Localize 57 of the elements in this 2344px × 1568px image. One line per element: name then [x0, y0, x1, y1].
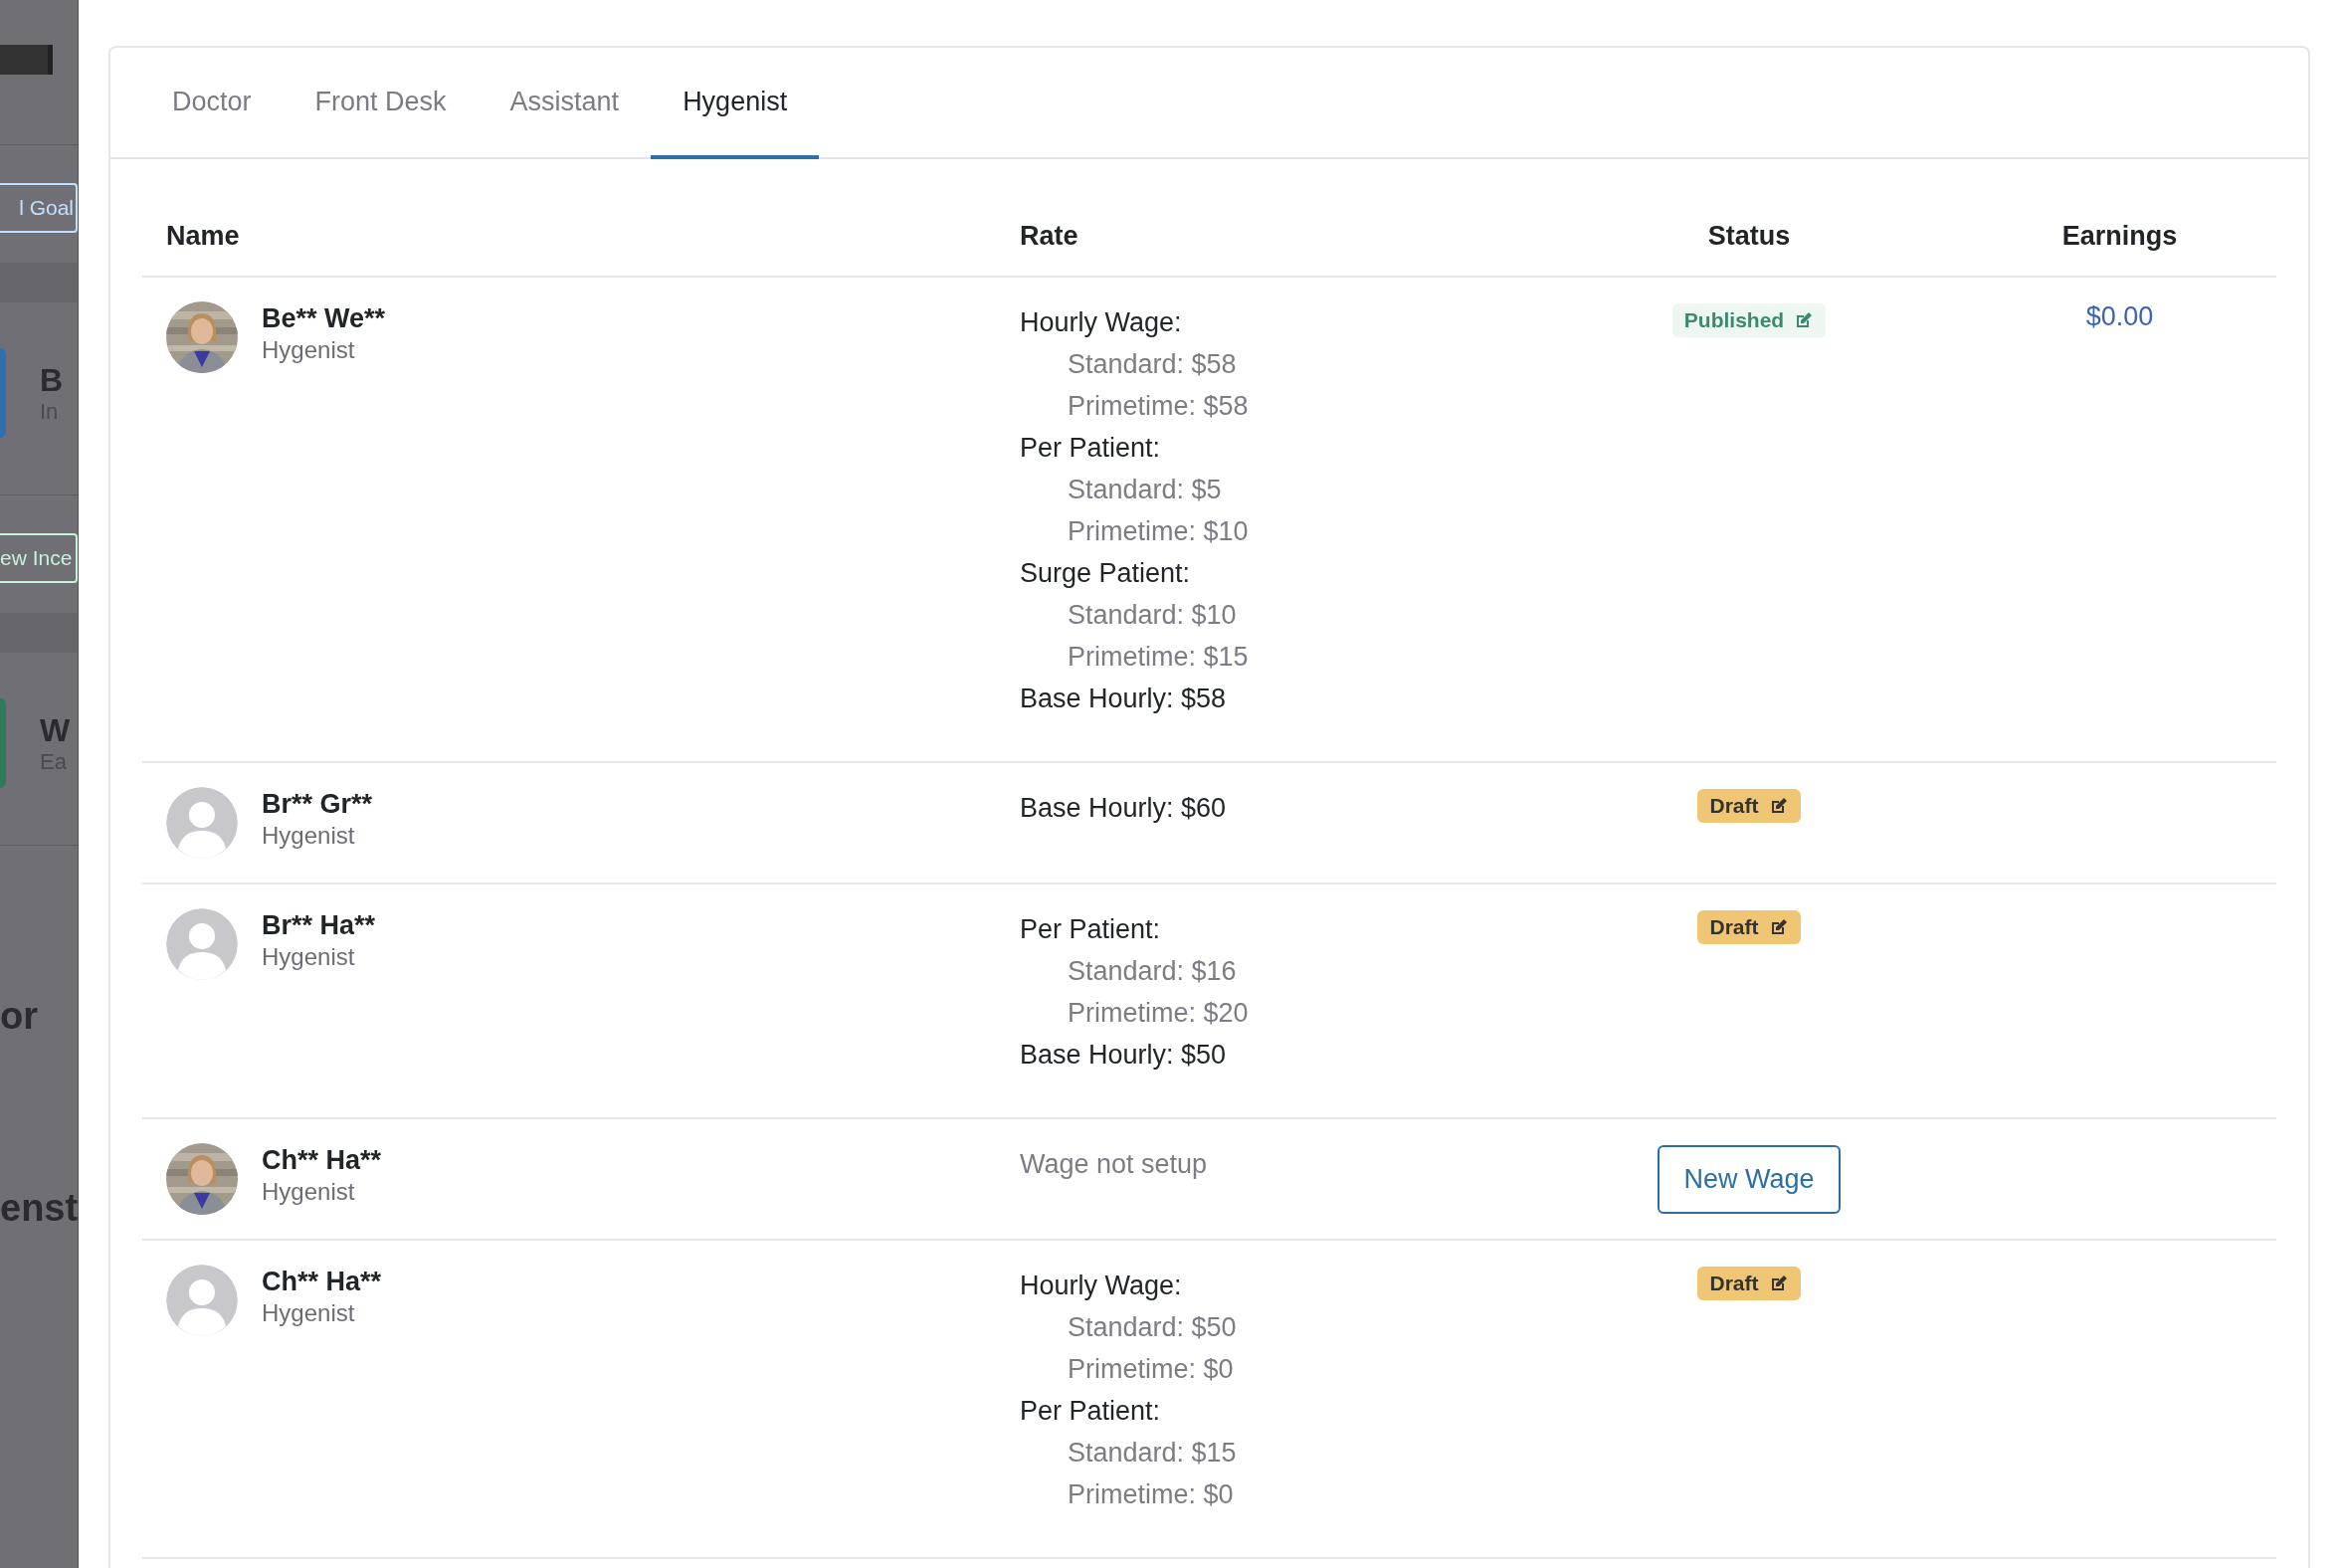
- employee-name: Ch** Ha**: [262, 1144, 382, 1177]
- rate-value: Standard: $15: [1067, 1437, 1238, 1470]
- status-badge[interactable]: Draft: [1697, 1267, 1801, 1300]
- tab[interactable]: Front Desk: [283, 48, 479, 159]
- rate-value: Standard: $58: [1067, 348, 1238, 381]
- rate-value: Standard: $16: [1067, 955, 1238, 988]
- button[interactable]: l Goal: [0, 183, 78, 233]
- rate-label: Hourly Wage:: [1020, 1270, 1183, 1302]
- employee-name: Br** Ha**: [262, 909, 376, 942]
- card-title: W: [40, 712, 71, 748]
- rate-label: Base Hourly: $58: [1020, 683, 1228, 715]
- avatar-icon: [166, 787, 238, 859]
- column-header: Rate: [1020, 221, 1078, 251]
- rate-label: Base Hourly: $50: [1020, 1039, 1228, 1072]
- rate-value: Primetime: $20: [1067, 997, 1250, 1030]
- rate-value: Primetime: $0: [1067, 1478, 1235, 1511]
- rate-value: Primetime: $58: [1067, 390, 1250, 423]
- avatar-icon: [166, 1265, 238, 1336]
- rate-label: Per Patient:: [1020, 1395, 1162, 1428]
- rate-value: Standard: $50: [1067, 1311, 1238, 1344]
- new-wage-button[interactable]: New Wage: [1658, 1145, 1841, 1214]
- employee-name: Be** We**: [262, 302, 386, 335]
- section-heading: enst: [0, 1187, 78, 1230]
- rate-label: Surge Patient:: [1020, 557, 1192, 590]
- employee-role: Hygenist: [262, 1177, 356, 1207]
- rate-label: Base Hourly: $60: [1020, 792, 1228, 825]
- status-badge[interactable]: Draft: [1697, 789, 1801, 823]
- section-heading: or: [0, 995, 39, 1038]
- employee-role: Hygenist: [262, 821, 356, 851]
- rate-label: Per Patient:: [1020, 432, 1162, 465]
- employee-role: Hygenist: [262, 335, 356, 365]
- tab[interactable]: Assistant: [478, 48, 652, 159]
- column-header: Earnings: [2060, 221, 2179, 252]
- rate-value: Primetime: $10: [1067, 515, 1250, 548]
- column-header: Name: [166, 221, 240, 251]
- rate-value: Standard: $10: [1067, 599, 1238, 632]
- rate-value: Standard: $5: [1067, 474, 1223, 506]
- employee-role: Hygenist: [262, 942, 356, 972]
- rate-label: Per Patient:: [1020, 913, 1162, 946]
- tab[interactable]: Hygenist: [651, 48, 820, 159]
- employee-name: Ch** Ha**: [262, 1266, 382, 1298]
- edit-icon: [1794, 310, 1815, 330]
- avatar-icon: [166, 908, 238, 980]
- employee-name: Br** Gr**: [262, 788, 373, 821]
- button[interactable]: ew Ince: [0, 533, 78, 583]
- status-badge[interactable]: Draft: [1697, 910, 1801, 944]
- tab[interactable]: Doctor: [140, 48, 284, 159]
- rate-label: Hourly Wage:: [1020, 306, 1183, 339]
- rate-value: Primetime: $0: [1067, 1353, 1235, 1386]
- rate-value: Primetime: $15: [1067, 641, 1250, 674]
- column-header: Status: [1706, 221, 1792, 252]
- toolbar-bar: [0, 45, 53, 75]
- card-title: B: [40, 362, 64, 398]
- status-badge[interactable]: Published: [1671, 303, 1827, 337]
- earnings-link[interactable]: $0.00: [2085, 301, 2154, 331]
- rate-note: Wage not setup: [1020, 1148, 1209, 1181]
- employee-role: Hygenist: [262, 1298, 356, 1328]
